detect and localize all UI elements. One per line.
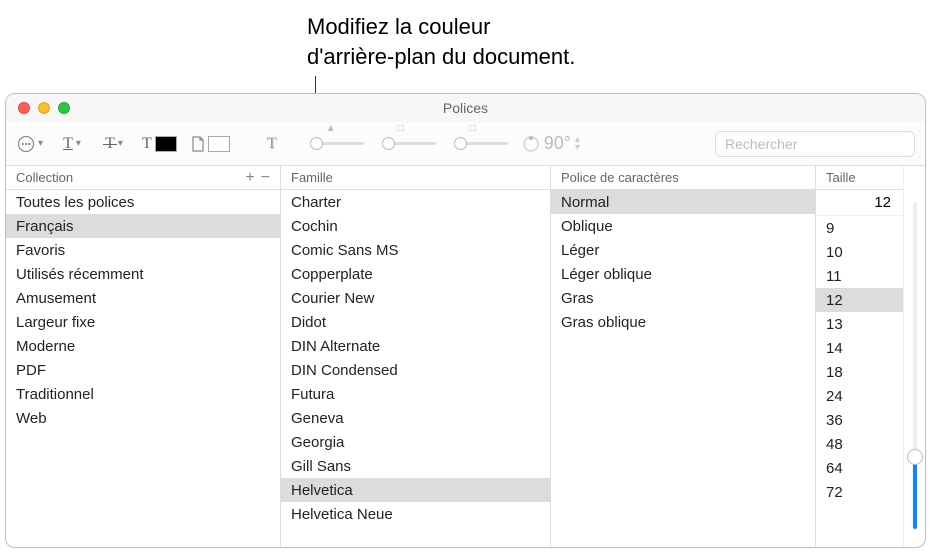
angle-dial-icon [522,135,540,153]
rotation-value: 90° [544,133,571,154]
chevron-down-icon: ▾ [76,138,81,149]
shadow-angle-control[interactable]: 90° ▴▾ [522,133,580,154]
list-item[interactable]: Georgia [281,430,550,454]
text-color-button[interactable]: T [142,130,177,158]
document-icon [191,136,205,152]
list-item[interactable]: DIN Condensed [281,358,550,382]
search-field[interactable] [715,131,915,157]
list-item[interactable]: Français [6,214,280,238]
list-item[interactable]: Gras [551,286,815,310]
shadow-offset-slider[interactable]: □ [454,142,508,145]
shadow-opacity-slider[interactable]: ▲ [310,142,364,145]
toolbar: ▾ T ▾ T ▾ T T ▲ □ [6,122,925,166]
list-item[interactable]: Didot [281,310,550,334]
search-input[interactable] [725,136,906,152]
remove-collection-button[interactable]: − [261,169,270,187]
underline-button[interactable]: T ▾ [58,130,86,158]
list-item[interactable]: Favoris [6,238,280,262]
strikethrough-button[interactable]: T ▾ [100,130,128,158]
list-item[interactable]: Futura [281,382,550,406]
list-item[interactable]: Helvetica Neue [281,502,550,526]
size-slider[interactable] [903,166,925,547]
background-color-swatch [208,136,230,152]
fonts-window: Polices ▾ T ▾ T ▾ T T ▲ [5,93,926,548]
stepper-arrows-icon[interactable]: ▴▾ [575,136,580,152]
columns: Collection + − Toutes les policesFrançai… [6,166,925,547]
list-item[interactable]: 64 [816,456,903,480]
family-column: Famille CharterCochinComic Sans MSCopper… [281,166,551,547]
list-item[interactable]: 24 [816,384,903,408]
list-item[interactable]: Léger oblique [551,262,815,286]
chevron-down-icon: ▾ [118,138,123,149]
size-column: Taille 91011121314182436486472 [816,166,925,547]
collection-header: Collection + − [6,166,280,190]
shadow-blur-slider[interactable]: □ [382,142,436,145]
chevron-down-icon: ▾ [38,138,43,149]
list-item[interactable]: 13 [816,312,903,336]
list-item[interactable]: 72 [816,480,903,504]
list-item[interactable]: PDF [6,358,280,382]
collection-list[interactable]: Toutes les policesFrançaisFavorisUtilisé… [6,190,280,547]
square-icon: □ [398,123,404,134]
triangle-up-icon: ▲ [326,123,336,134]
size-list[interactable]: 91011121314182436486472 [816,216,903,547]
list-item[interactable]: Cochin [281,214,550,238]
typeface-header-label: Police de caractères [561,170,679,185]
list-item[interactable]: Oblique [551,214,815,238]
list-item[interactable]: 12 [816,288,903,312]
list-item[interactable]: Helvetica [281,478,550,502]
list-item[interactable]: Web [6,406,280,430]
family-header-label: Famille [291,170,333,185]
text-shadow-button[interactable]: T [258,130,286,158]
square-icon: □ [470,123,476,134]
typeface-list[interactable]: NormalObliqueLégerLéger obliqueGrasGras … [551,190,815,547]
list-item[interactable]: 9 [816,216,903,240]
list-item[interactable]: Geneva [281,406,550,430]
list-item[interactable]: Léger [551,238,815,262]
family-list[interactable]: CharterCochinComic Sans MSCopperplateCou… [281,190,550,547]
list-item[interactable]: Toutes les polices [6,190,280,214]
add-collection-button[interactable]: + [245,169,254,187]
list-item[interactable]: Utilisés récemment [6,262,280,286]
list-item[interactable]: 48 [816,432,903,456]
list-item[interactable]: 18 [816,360,903,384]
list-item[interactable]: Largeur fixe [6,310,280,334]
more-options-button[interactable]: ▾ [16,130,44,158]
typeface-header: Police de caractères [551,166,815,190]
family-header: Famille [281,166,550,190]
list-item[interactable]: 11 [816,264,903,288]
typeface-column: Police de caractères NormalObliqueLégerL… [551,166,816,547]
list-item[interactable]: Charter [281,190,550,214]
size-input[interactable] [816,190,903,216]
list-item[interactable]: Copperplate [281,262,550,286]
list-item[interactable]: Normal [551,190,815,214]
window-title: Polices [6,100,925,116]
list-item[interactable]: 10 [816,240,903,264]
list-item[interactable]: Comic Sans MS [281,238,550,262]
collection-column: Collection + − Toutes les policesFrançai… [6,166,281,547]
callout-annotation: Modifiez la couleur d'arrière-plan du do… [307,12,575,71]
list-item[interactable]: DIN Alternate [281,334,550,358]
document-background-color-button[interactable] [191,130,230,158]
size-header-label: Taille [826,170,856,185]
list-item[interactable]: Gras oblique [551,310,815,334]
titlebar: Polices [6,94,925,122]
callout-line2: d'arrière-plan du document. [307,42,575,72]
list-item[interactable]: Courier New [281,286,550,310]
collection-header-label: Collection [16,170,73,185]
callout-line1: Modifiez la couleur [307,12,575,42]
list-item[interactable]: Gill Sans [281,454,550,478]
list-item[interactable]: Amusement [6,286,280,310]
size-header: Taille [816,166,903,190]
list-item[interactable]: Traditionnel [6,382,280,406]
list-item[interactable]: 36 [816,408,903,432]
shadow-sliders-group: ▲ □ □ [310,142,508,145]
text-color-swatch [155,136,177,152]
list-item[interactable]: Moderne [6,334,280,358]
list-item[interactable]: 14 [816,336,903,360]
